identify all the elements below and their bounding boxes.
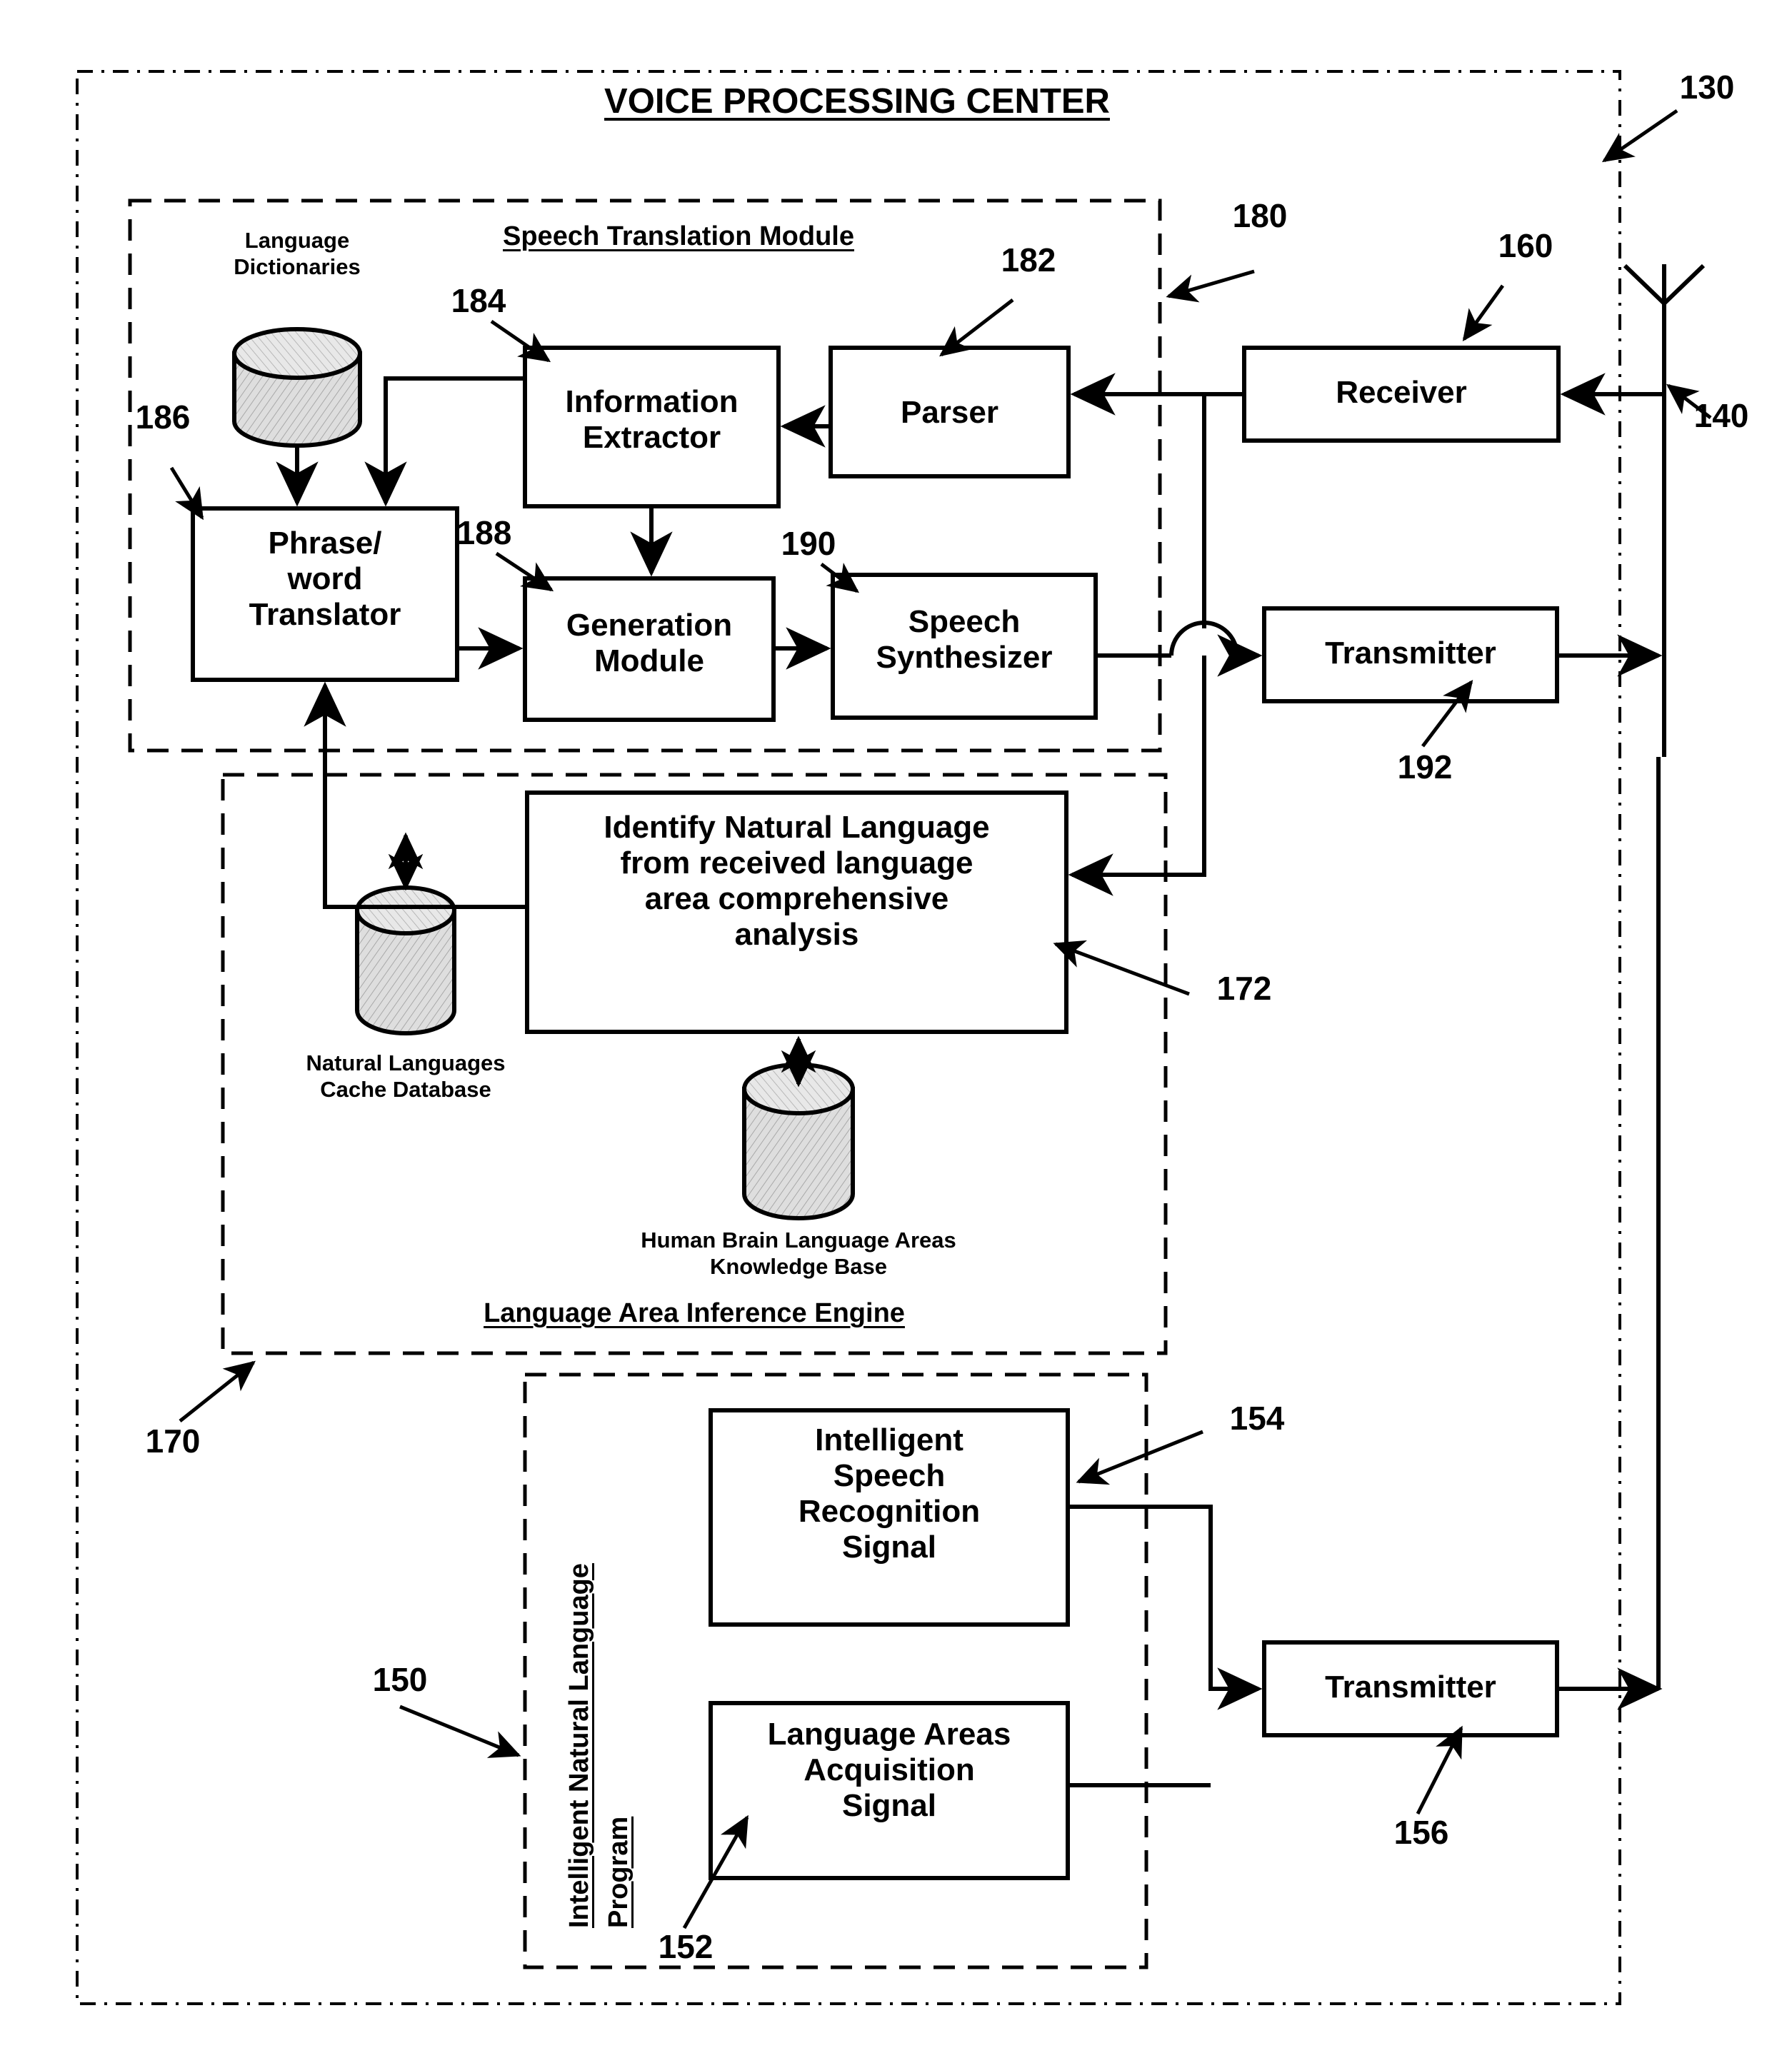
ref-156: 156: [1393, 1814, 1449, 1851]
caption-language-dictionaries: Language Dictionaries: [234, 228, 361, 280]
leader-170: [179, 1360, 256, 1422]
box-label-intelligent-speech-recognition: Intelligent Speech Recognition Signal: [798, 1422, 981, 1565]
patent-figure-canvas: VOICE PROCESSING CENTER Speech Translati…: [0, 0, 1792, 2058]
box-label-parser: Parser: [900, 395, 998, 430]
cylinder-human-brain-knowledge-base: [742, 1063, 855, 1220]
leader-192: [1421, 680, 1473, 748]
inference-engine-label: Language Area Inference Engine: [484, 1298, 905, 1328]
link-isr-to-junction: [1068, 1505, 1263, 1710]
box-label-identify-natural-language: Identify Natural Language from received …: [604, 810, 990, 953]
link-identify-to-translator: [304, 681, 527, 909]
ref-180: 180: [1232, 197, 1288, 234]
box-label-transmitter-top: Transmitter: [1325, 636, 1496, 671]
ref-184: 184: [451, 282, 506, 319]
ref-190: 190: [781, 525, 836, 562]
intelligent-program-label-line2: Program: [604, 1816, 634, 1928]
ref-172: 172: [1216, 970, 1272, 1007]
ref-186: 186: [135, 398, 191, 436]
ref-170: 170: [145, 1422, 201, 1460]
leader-156: [1416, 1725, 1463, 1815]
intelligent-program-label-line1: Intelligent Natural Language: [564, 1563, 594, 1928]
ref-140: 140: [1693, 397, 1749, 434]
box-label-language-areas-acquisition: Language Areas Acquisition Signal: [767, 1717, 1011, 1824]
intelligent-program-label: Intelligent Natural Language Program: [564, 1563, 634, 1928]
leader-130: [1601, 109, 1678, 163]
box-label-phrase-word-translator: Phrase/ word Translator: [249, 526, 401, 633]
page-title: VOICE PROCESSING CENTER: [604, 82, 1110, 121]
leader-180: [1166, 269, 1255, 303]
cylinder-natural-languages-cache: [355, 885, 456, 1035]
box-label-generation-module: Generation Module: [566, 608, 733, 679]
caption-human-brain-knowledge-base: Human Brain Language Areas Knowledge Bas…: [641, 1228, 956, 1280]
ref-152: 152: [658, 1928, 714, 1965]
ref-130: 130: [1679, 69, 1735, 106]
leader-190: [820, 563, 859, 593]
leader-182: [939, 298, 1014, 357]
box-label-receiver: Receiver: [1336, 375, 1467, 410]
leader-160: [1462, 284, 1505, 342]
leader-172: [1053, 940, 1190, 996]
leader-150: [399, 1705, 521, 1758]
ref-154: 154: [1229, 1400, 1285, 1437]
link-extractor-to-translator: [364, 376, 525, 507]
speech-translation-module-label: Speech Translation Module: [503, 221, 854, 251]
leader-152: [682, 1814, 749, 1929]
outer-boundary-130: [76, 70, 1621, 2005]
ref-160: 160: [1498, 227, 1553, 264]
box-label-speech-synthesizer: Speech Synthesizer: [876, 604, 1053, 676]
box-label-information-extractor: Information Extractor: [565, 384, 739, 456]
leader-184: [490, 319, 551, 363]
wire-hop-arc: [1169, 621, 1239, 656]
leader-154: [1076, 1430, 1203, 1485]
ref-192: 192: [1397, 748, 1453, 785]
ref-188: 188: [456, 514, 512, 551]
box-label-transmitter-bottom: Transmitter: [1325, 1670, 1496, 1705]
leader-188: [495, 551, 554, 592]
caption-natural-languages-cache: Natural Languages Cache Database: [306, 1050, 506, 1103]
cylinder-language-dictionaries: [232, 327, 362, 448]
antenna-icon: [1623, 263, 1706, 757]
leader-186: [169, 466, 204, 521]
ref-182: 182: [1001, 241, 1056, 278]
ref-150: 150: [372, 1661, 428, 1698]
